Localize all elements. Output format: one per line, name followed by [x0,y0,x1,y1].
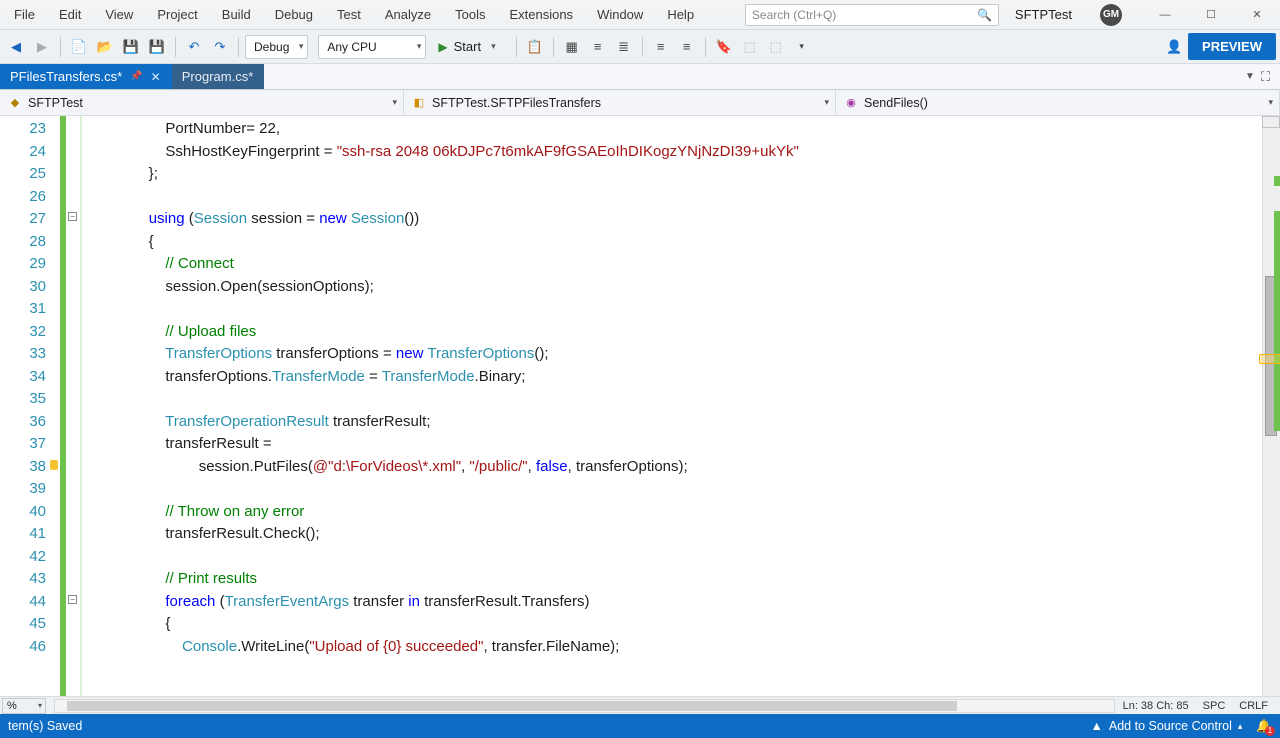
preview-button[interactable]: PREVIEW [1188,33,1276,60]
start-label: Start [454,39,481,54]
save-icon[interactable]: 💾 [119,35,143,59]
status-message: tem(s) Saved [8,719,82,733]
code-editor[interactable]: 2324252627282930313233343536373839404142… [0,116,1280,696]
notification-count: 1 [1265,726,1275,736]
menu-tools[interactable]: Tools [443,2,497,27]
navigation-bar: ◆ SFTPTest ◧ SFTPTest.SFTPFilesTransfers… [0,90,1280,116]
outlining-margin[interactable]: −− [66,116,80,696]
bookmark-icon[interactable]: 🔖 [712,35,736,59]
redo-button[interactable]: ↷ [208,35,232,59]
fold-toggle[interactable]: − [68,212,77,221]
add-source-control-icon: ▲ [1091,719,1103,733]
zoom-dropdown[interactable]: % [2,698,46,714]
menu-window[interactable]: Window [585,2,655,27]
line-number-gutter: 2324252627282930313233343536373839404142… [0,116,60,696]
notifications-button[interactable]: 🔔 1 [1256,719,1272,734]
code-surface[interactable]: PortNumber= 22, SshHostKeyFingerprint = … [82,116,1262,696]
class-dropdown[interactable]: ◧ SFTPTest.SFTPFilesTransfers [404,90,836,115]
toolbar-icon[interactable]: ⬚ [764,35,788,59]
solution-platform-dropdown[interactable]: Any CPU [318,35,426,59]
split-box[interactable] [1262,116,1280,128]
window-buttons: — ☐ ✕ [1142,0,1280,30]
menu-build[interactable]: Build [210,2,263,27]
maximize-button[interactable]: ☐ [1188,0,1234,30]
solution-name: SFTPTest [1015,7,1072,22]
minimize-button[interactable]: — [1142,0,1188,30]
method-icon: ◉ [844,96,858,110]
menu-test[interactable]: Test [325,2,373,27]
menu-debug[interactable]: Debug [263,2,325,27]
start-debug-button[interactable]: ▶ Start ▾ [434,35,509,59]
standard-toolbar: ◀ ▶ 📄 📂 💾 💾 ↶ ↷ Debug Any CPU ▶ Start ▾ … [0,30,1280,64]
editor-bottom-bar: % Ln: 38 Ch: 85 SPC CRLF [0,696,1280,714]
undo-button[interactable]: ↶ [182,35,206,59]
main-menu: FileEditViewProjectBuildDebugTestAnalyze… [0,2,706,27]
tab-fullscreen-icon[interactable]: ⛶ [1261,69,1270,85]
close-button[interactable]: ✕ [1234,0,1280,30]
menu-help[interactable]: Help [655,2,706,27]
search-icon: 🔍 [977,8,992,22]
member-name: SendFiles() [864,96,928,110]
tab-label: Program.cs* [182,69,254,84]
toolbar-icon[interactable]: ≡ [586,35,610,59]
toolbar-icon[interactable]: ▦ [560,35,584,59]
nav-forward-button[interactable]: ▶ [30,35,54,59]
csharp-project-icon: ◆ [8,96,22,110]
class-name: SFTPTest.SFTPFilesTransfers [432,96,601,110]
tab-dropdown-icon[interactable]: ▼ [1245,71,1255,82]
quick-search-input[interactable]: Search (Ctrl+Q) 🔍 [745,4,999,26]
menu-edit[interactable]: Edit [47,2,93,27]
comment-icon[interactable]: ≡ [649,35,673,59]
menu-file[interactable]: File [2,2,47,27]
toolbar-icon[interactable]: ⬚ [738,35,762,59]
source-control-button[interactable]: ▲ Add to Source Control ▴ [1091,719,1243,733]
member-dropdown[interactable]: ◉ SendFiles() [836,90,1280,115]
toolbar-icon[interactable]: ≣ [612,35,636,59]
class-icon: ◧ [412,96,426,110]
uncomment-icon[interactable]: ≡ [675,35,699,59]
menu-extensions[interactable]: Extensions [497,2,585,27]
caret-position: Ln: 38 Ch: 85 [1123,700,1189,712]
tab-inactive[interactable]: Program.cs* [172,64,265,89]
menu-project[interactable]: Project [145,2,209,27]
fold-toggle[interactable]: − [68,595,77,604]
toolbar-icon[interactable]: 📋 [523,35,547,59]
indent-mode[interactable]: SPC [1203,700,1226,712]
caret-position-indicator [1259,354,1280,364]
live-share-icon[interactable]: 👤 [1162,35,1186,59]
line-endings[interactable]: CRLF [1239,700,1268,712]
menu-analyze[interactable]: Analyze [373,2,443,27]
project-name: SFTPTest [28,96,83,110]
nav-back-button[interactable]: ◀ [4,35,28,59]
document-tabs: PFilesTransfers.cs* 📌 ✕ Program.cs* ▼ ⛶ [0,64,1280,90]
solution-config-dropdown[interactable]: Debug [245,35,308,59]
new-project-icon[interactable]: 📄 [67,35,91,59]
user-avatar[interactable]: GM [1100,4,1122,26]
outline-guide [80,116,82,696]
pin-icon[interactable]: 📌 [130,71,142,82]
play-icon: ▶ [438,40,447,54]
project-dropdown[interactable]: ◆ SFTPTest [0,90,404,115]
status-bar: tem(s) Saved ▲ Add to Source Control ▴ 🔔… [0,714,1280,738]
save-all-icon[interactable]: 💾 [145,35,169,59]
toolbar-overflow-icon[interactable]: ▾ [790,35,814,59]
search-placeholder: Search (Ctrl+Q) [752,8,836,22]
menu-bar: FileEditViewProjectBuildDebugTestAnalyze… [0,0,1280,30]
tab-active[interactable]: PFilesTransfers.cs* 📌 ✕ [0,64,172,89]
tab-label: PFilesTransfers.cs* [10,69,122,84]
horizontal-scrollbar[interactable] [54,699,1115,713]
menu-view[interactable]: View [93,2,145,27]
close-tab-icon[interactable]: ✕ [151,70,161,84]
open-file-icon[interactable]: 📂 [93,35,117,59]
vertical-scrollbar[interactable] [1262,116,1280,696]
